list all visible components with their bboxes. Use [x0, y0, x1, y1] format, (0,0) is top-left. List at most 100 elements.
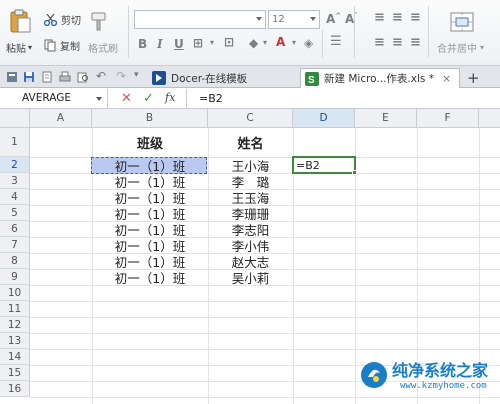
gridline: [30, 317, 500, 318]
align-center-icon[interactable]: ≡: [392, 35, 403, 50]
row-header-10[interactable]: 10: [0, 285, 30, 301]
tab-docer-templates[interactable]: Docer-在线模板: [148, 68, 298, 88]
app-menu-icon[interactable]: [6, 71, 18, 83]
font-size-select[interactable]: 12: [268, 10, 320, 29]
spreadsheet-file-icon: S: [305, 71, 319, 86]
gridline: [30, 301, 500, 302]
paste-button[interactable]: 粘贴 ▾: [6, 40, 32, 55]
row-header-12[interactable]: 12: [0, 317, 30, 333]
row-header-2[interactable]: 2: [0, 157, 30, 173]
row-header-7[interactable]: 7: [0, 237, 30, 253]
document-tab-bar: ↶ ↷ ▾ Docer-在线模板 S 新建 Micro...作表.xls * ×…: [0, 66, 500, 88]
align-bottom-icon[interactable]: ≡: [410, 10, 421, 25]
row-header-1[interactable]: 1: [0, 128, 30, 157]
redo-icon[interactable]: ↷: [116, 69, 126, 83]
column-header-c[interactable]: C: [208, 109, 293, 128]
formula-input[interactable]: =B2: [186, 89, 496, 108]
tab-current-workbook[interactable]: S 新建 Micro...作表.xls * ×: [300, 68, 460, 88]
align-middle-icon[interactable]: ≡: [392, 10, 403, 25]
tab-label: Docer-在线模板: [171, 72, 248, 85]
chevron-down-icon[interactable]: ▾: [134, 70, 139, 80]
fill-handle[interactable]: [352, 170, 357, 175]
name-box[interactable]: AVERAGE: [0, 89, 108, 108]
row-header-14[interactable]: 14: [0, 349, 30, 365]
undo-icon[interactable]: ↶: [96, 69, 106, 83]
formula-bar: AVERAGE ✕ ✓ fx =B2: [0, 88, 500, 109]
align-right-icon[interactable]: ≡: [410, 35, 421, 50]
watermark-url: www.kzmyhome.com: [400, 381, 487, 391]
docer-logo-icon: [152, 71, 166, 85]
active-cell-d2[interactable]: =B2: [292, 156, 356, 174]
merge-center-icon[interactable]: [450, 10, 474, 34]
chevron-down-icon[interactable]: ▾: [292, 38, 296, 47]
insert-function-icon[interactable]: fx: [165, 91, 175, 104]
merge-cells-icon[interactable]: ⊡: [224, 35, 234, 49]
column-header-a[interactable]: A: [30, 109, 92, 128]
add-tab-icon[interactable]: +: [467, 69, 480, 87]
border-icon[interactable]: ⊞: [193, 36, 203, 50]
print-icon[interactable]: [59, 71, 71, 83]
name-box-value: AVERAGE: [22, 92, 71, 104]
cancel-formula-icon[interactable]: ✕: [121, 91, 132, 106]
row-header-5[interactable]: 5: [0, 205, 30, 221]
row-header-13[interactable]: 13: [0, 333, 30, 349]
close-icon[interactable]: ×: [442, 72, 451, 85]
column-header-d[interactable]: D: [293, 109, 355, 128]
site-logo-icon: [361, 362, 387, 388]
align-top-icon[interactable]: ≡: [374, 10, 385, 25]
row-header-16[interactable]: 16: [0, 381, 30, 397]
row-header-15[interactable]: 15: [0, 365, 30, 381]
cut-button[interactable]: 剪切: [44, 12, 81, 27]
chevron-down-icon: [310, 17, 316, 21]
fill-color-icon[interactable]: ◆: [249, 36, 258, 50]
chevron-down-icon: ▾: [480, 43, 485, 52]
align-top-icon[interactable]: ☰: [330, 34, 342, 49]
print-preview-icon[interactable]: [77, 71, 89, 83]
cell-c1-name-header[interactable]: 姓名: [208, 128, 293, 157]
row-header-8[interactable]: 8: [0, 253, 30, 269]
decrease-font-icon[interactable]: Aˇ: [345, 12, 358, 26]
scissors-icon: [44, 13, 58, 26]
column-header-e[interactable]: E: [355, 109, 417, 128]
format-painter-icon-button[interactable]: [90, 12, 108, 32]
chevron-down-icon[interactable]: [96, 97, 102, 101]
column-header-f[interactable]: F: [417, 109, 479, 128]
ribbon-divider: [322, 30, 323, 58]
select-all-corner[interactable]: [0, 109, 30, 128]
row-header-9[interactable]: 9: [0, 269, 30, 285]
font-color-icon[interactable]: A: [276, 35, 285, 49]
format-painter-button[interactable]: 格式刷: [88, 40, 118, 55]
paste-label: 粘贴: [6, 44, 26, 55]
chevron-down-icon[interactable]: ▾: [210, 38, 214, 47]
save-icon[interactable]: [23, 71, 35, 83]
increase-font-icon[interactable]: A^: [326, 12, 341, 26]
ribbon-divider: [428, 6, 429, 58]
export-icon[interactable]: [41, 71, 53, 83]
column-header-b[interactable]: B: [92, 109, 208, 128]
cell-c9[interactable]: 吴小莉: [208, 269, 293, 286]
row-header-11[interactable]: 11: [0, 301, 30, 317]
italic-button[interactable]: I: [157, 37, 163, 51]
cell-b9[interactable]: 初一（1）班: [92, 269, 208, 286]
underline-button[interactable]: U: [174, 37, 184, 51]
copy-label: 复制: [60, 42, 80, 53]
paste-icon[interactable]: [8, 8, 32, 34]
chevron-down-icon[interactable]: ▾: [263, 38, 267, 47]
copy-button[interactable]: 复制: [44, 38, 80, 53]
align-left-icon[interactable]: ≡: [374, 35, 385, 50]
merge-center-button[interactable]: 合并居中 ▾: [437, 40, 484, 55]
cell-b1-class-header[interactable]: 班级: [92, 128, 208, 157]
svg-text:S: S: [308, 75, 315, 86]
gridline: [30, 349, 500, 350]
merge-center-label: 合并居中: [437, 44, 477, 55]
row-header-6[interactable]: 6: [0, 221, 30, 237]
font-name-select[interactable]: [134, 10, 266, 29]
tab-label: 新建 Micro...作表.xls *: [324, 73, 434, 85]
row-header-4[interactable]: 4: [0, 189, 30, 205]
bold-button[interactable]: B: [138, 37, 147, 51]
row-header-3[interactable]: 3: [0, 173, 30, 189]
confirm-formula-icon[interactable]: ✓: [143, 91, 154, 106]
clear-format-icon[interactable]: ◈: [304, 36, 313, 50]
formula-text: =B2: [199, 92, 223, 105]
column-header-g[interactable]: [479, 109, 500, 128]
